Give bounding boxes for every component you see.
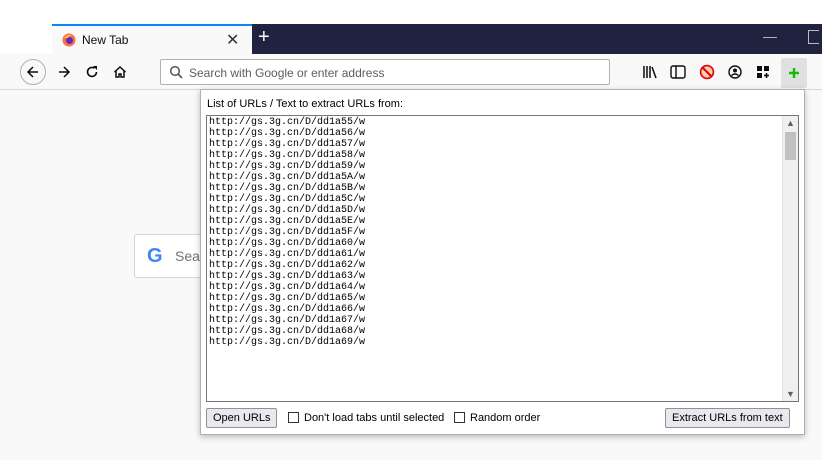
url-lines: http://gs.3g.cn/D/dd1a55/w http://gs.3g.c… xyxy=(209,117,365,348)
url-extension-icon xyxy=(789,68,799,78)
scroll-up-icon[interactable]: ▲ xyxy=(786,118,795,128)
account-button[interactable] xyxy=(725,62,745,82)
sidebar-button[interactable] xyxy=(668,62,688,82)
blocked-addon-button[interactable] xyxy=(697,62,717,82)
address-input[interactable] xyxy=(187,62,591,84)
random-order-label: Random order xyxy=(470,412,541,424)
sidebar-icon xyxy=(670,65,686,79)
random-order-checkbox[interactable] xyxy=(454,412,465,423)
new-tab-button[interactable]: + xyxy=(258,26,270,49)
blocked-addon-icon xyxy=(699,64,715,80)
popup-footer: Open URLs Don't load tabs until selected… xyxy=(206,408,799,430)
reload-icon xyxy=(86,66,98,78)
extensions-grid-button[interactable] xyxy=(753,62,773,82)
url-line: http://gs.3g.cn/D/dd1a65/w xyxy=(209,293,366,304)
back-arrow-icon xyxy=(26,66,38,78)
grid-icon xyxy=(757,66,769,78)
url-line: http://gs.3g.cn/D/dd1a62/w xyxy=(209,260,366,271)
url-line: http://gs.3g.cn/D/dd1a69/w xyxy=(209,337,366,348)
url-line: http://gs.3g.cn/D/dd1a61/w xyxy=(209,249,366,260)
url-line: http://gs.3g.cn/D/dd1a64/w xyxy=(209,282,366,293)
back-button[interactable] xyxy=(20,59,46,85)
url-line: http://gs.3g.cn/D/dd1a55/w xyxy=(209,117,366,128)
url-line: http://gs.3g.cn/D/dd1a66/w xyxy=(209,304,366,315)
minimize-icon[interactable]: — xyxy=(763,28,777,44)
library-button[interactable] xyxy=(640,62,660,82)
home-icon xyxy=(113,65,127,78)
urls-textarea[interactable]: http://gs.3g.cn/D/dd1a55/w http://gs.3g.c… xyxy=(206,115,799,402)
open-urls-button[interactable]: Open URLs xyxy=(206,408,278,428)
navigation-toolbar xyxy=(0,54,822,90)
search-icon xyxy=(169,65,183,79)
url-line: http://gs.3g.cn/D/dd1a67/w xyxy=(209,315,366,326)
account-icon xyxy=(728,65,742,79)
google-logo-icon: G xyxy=(147,245,163,267)
url-line: http://gs.3g.cn/D/dd1a57/w xyxy=(209,139,366,150)
forward-button[interactable] xyxy=(52,60,76,84)
firefox-icon xyxy=(62,33,76,47)
url-line: http://gs.3g.cn/D/dd1a59/w xyxy=(209,161,366,172)
url-line: http://gs.3g.cn/D/dd1a60/w xyxy=(209,238,366,249)
dont-load-label: Don't load tabs until selected xyxy=(304,412,445,424)
scroll-down-icon[interactable]: ▼ xyxy=(786,389,795,399)
url-line: http://gs.3g.cn/D/dd1a58/w xyxy=(209,150,366,161)
close-tab-icon[interactable]: ✕ xyxy=(226,30,239,50)
tab-strip-spacer xyxy=(0,24,52,54)
library-icon xyxy=(643,66,657,79)
url-line: http://gs.3g.cn/D/dd1a63/w xyxy=(209,271,366,282)
forward-arrow-icon xyxy=(59,66,71,78)
url-line: http://gs.3g.cn/D/dd1a5F/w xyxy=(209,227,366,238)
scrollbar-thumb[interactable] xyxy=(785,132,796,160)
tab-strip: New Tab ✕ + — xyxy=(0,24,822,54)
url-line: http://gs.3g.cn/D/dd1a68/w xyxy=(209,326,366,337)
url-line: http://gs.3g.cn/D/dd1a56/w xyxy=(209,128,366,139)
url-line: http://gs.3g.cn/D/dd1a5A/w xyxy=(209,172,366,183)
dont-load-checkbox[interactable] xyxy=(288,412,299,423)
textarea-scrollbar[interactable]: ▲ ▼ xyxy=(782,116,798,401)
urls-label: List of URLs / Text to extract URLs from… xyxy=(207,98,404,110)
url-line: http://gs.3g.cn/D/dd1a5E/w xyxy=(209,216,366,227)
tab-title: New Tab xyxy=(82,33,129,47)
address-bar[interactable] xyxy=(160,59,610,85)
url-line: http://gs.3g.cn/D/dd1a5D/w xyxy=(209,205,366,216)
extension-popup: List of URLs / Text to extract URLs from… xyxy=(200,89,805,435)
maximize-icon[interactable] xyxy=(808,30,819,44)
url-extension-button[interactable] xyxy=(781,58,807,88)
extract-urls-button[interactable]: Extract URLs from text xyxy=(665,408,790,428)
newtab-search-text: Sea xyxy=(175,248,200,264)
url-line: http://gs.3g.cn/D/dd1a5C/w xyxy=(209,194,366,205)
reload-button[interactable] xyxy=(80,60,104,84)
url-line: http://gs.3g.cn/D/dd1a5B/w xyxy=(209,183,366,194)
home-button[interactable] xyxy=(108,60,132,84)
tab-new-tab[interactable]: New Tab ✕ xyxy=(52,24,252,54)
